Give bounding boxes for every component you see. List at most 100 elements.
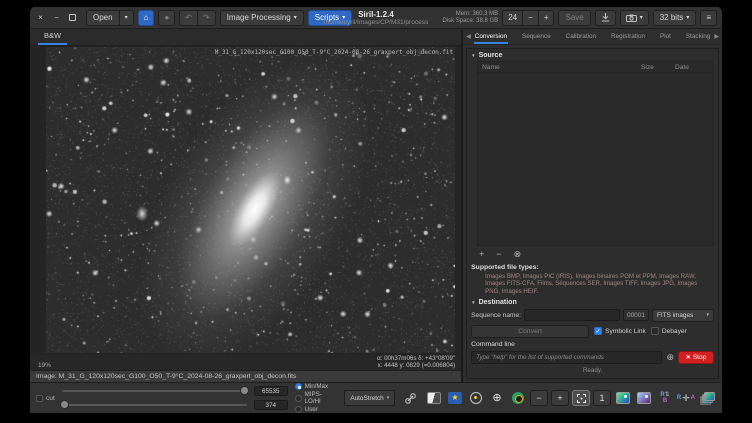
photometry-button[interactable]: [509, 390, 527, 406]
debayer-checkbox[interactable]: Debayer: [651, 327, 687, 335]
image-viewport: M_31_G_120x120sec_G100_O50_T-9°C_2024-08…: [30, 46, 461, 355]
snapshot-view-button[interactable]: [614, 390, 632, 406]
remove-files-button[interactable]: −: [496, 249, 501, 259]
threads-value[interactable]: 24: [502, 10, 522, 26]
sequence-name-row: Sequence name: 00001 FITS images ▾: [471, 308, 714, 322]
add-files-button[interactable]: +: [479, 249, 484, 259]
command-help-icon[interactable]: ⊕: [666, 353, 674, 362]
tab-plot[interactable]: Plot: [659, 30, 672, 44]
radio-selected-icon: [295, 383, 302, 390]
sequence-name-input[interactable]: [524, 309, 620, 321]
image-processing-menu[interactable]: Image Processing ▾: [220, 10, 304, 26]
start-index-value[interactable]: 00001: [623, 309, 649, 321]
galaxy-image[interactable]: [46, 47, 455, 353]
supported-types-text: Images BMP, Images PIC (IRIS), Images bi…: [471, 273, 714, 298]
memory-label: Mem: 360.3 MB: [442, 11, 498, 18]
radio-minmax[interactable]: Min/Max: [295, 383, 338, 390]
lo-value-field[interactable]: 374: [254, 400, 288, 410]
checkbox-empty-icon: [651, 327, 659, 335]
hi-slider-track[interactable]: [62, 390, 247, 392]
save-button[interactable]: Save: [558, 10, 590, 26]
lo-slider-handle[interactable]: [60, 400, 69, 409]
hamburger-icon: ≡: [706, 13, 711, 22]
tab-bw-channel[interactable]: B&W: [38, 29, 67, 45]
background-extraction-button[interactable]: [467, 390, 485, 406]
output-format-dropdown[interactable]: FITS images ▾: [652, 309, 714, 322]
radio-icon: [295, 406, 302, 413]
snapshot-clipboard-button[interactable]: [635, 390, 653, 406]
globe-icon: ⊕: [492, 393, 501, 404]
clear-list-button[interactable]: ⊗: [514, 249, 522, 259]
open-recent-dropdown[interactable]: ▾: [119, 10, 134, 26]
table-body-empty[interactable]: [478, 73, 713, 245]
redo-button[interactable]: ↷: [197, 10, 216, 26]
hi-slider-handle[interactable]: [240, 386, 249, 395]
convert-button[interactable]: Convert: [471, 325, 589, 338]
scale-mode-radios: Min/Max MIPS-LO/HI User: [295, 383, 338, 413]
tab-conversion[interactable]: Conversion: [474, 30, 508, 44]
display-mode-dropdown[interactable]: AutoStretch ▾: [344, 390, 395, 406]
home-button[interactable]: ⌂: [138, 10, 155, 26]
tab-sequence[interactable]: Sequence: [521, 30, 552, 44]
tabs-scroll-right-icon[interactable]: ▶: [713, 33, 720, 40]
open-button[interactable]: Open: [86, 10, 119, 26]
radio-user[interactable]: User: [295, 406, 338, 413]
negative-view-button[interactable]: [425, 390, 443, 406]
image-list-button[interactable]: [698, 390, 716, 406]
chevron-down-icon: ▾: [294, 14, 297, 21]
snapshot-button[interactable]: ▾: [620, 10, 649, 26]
hamburger-menu-button[interactable]: ≡: [700, 10, 717, 26]
undo-icon: ↶: [185, 13, 192, 22]
chevron-down-icon: ▾: [342, 14, 345, 21]
lo-slider[interactable]: [62, 401, 247, 409]
zoom-out-button[interactable]: −: [530, 390, 548, 406]
collapse-icon: ▼: [471, 53, 475, 58]
image-overlay-filename: M_31_G_120x120sec_G100_O50_T-9°C_2024-08…: [215, 49, 453, 56]
star-detection-button[interactable]: ★: [446, 390, 464, 406]
hi-value-field[interactable]: 65535: [254, 386, 288, 396]
photo-icon: [616, 392, 630, 404]
column-date[interactable]: Date: [675, 64, 713, 71]
pixel-coordinates: x: 4448 y: 0829 (=0.006804): [377, 362, 455, 369]
tab-registration[interactable]: Registration: [610, 30, 646, 44]
one-to-one-button[interactable]: 1: [593, 390, 611, 406]
column-name[interactable]: Name: [478, 64, 641, 71]
tabs-scroll-left-icon[interactable]: ◀: [465, 33, 472, 40]
column-size[interactable]: Size: [641, 64, 675, 71]
annotations-button[interactable]: R✛A: [677, 390, 695, 406]
tab-stacking[interactable]: Stacking: [685, 30, 712, 44]
undo-button[interactable]: ↶: [179, 10, 197, 26]
image-processing-label: Image Processing: [227, 13, 291, 22]
scripts-menu[interactable]: Scripts ▾: [308, 10, 352, 26]
radio-mips-lohi[interactable]: MIPS-LO/HI: [295, 391, 338, 405]
tab-calibration[interactable]: Calibration: [565, 30, 598, 44]
lo-slider-track[interactable]: [62, 404, 247, 406]
channel-link-button[interactable]: [402, 390, 418, 406]
maximize-button[interactable]: [67, 12, 78, 23]
cut-checkbox[interactable]: cut: [36, 395, 55, 402]
livestack-button[interactable]: ●: [158, 10, 175, 26]
fit-to-window-button[interactable]: [572, 390, 590, 406]
hi-slider[interactable]: [62, 387, 247, 395]
threads-minus-button[interactable]: −: [522, 10, 538, 26]
minimize-button[interactable]: −: [51, 12, 62, 23]
symbolic-link-checkbox[interactable]: ✓ Symbolic Link: [594, 327, 646, 335]
channel-swap-button[interactable]: R⇅B: [656, 390, 674, 406]
display-toolbar: cut 65535 374 Min/Max: [30, 382, 722, 413]
radio-icon: [295, 395, 302, 402]
command-input[interactable]: [471, 351, 662, 364]
source-expander[interactable]: ▼ Source: [471, 52, 714, 59]
destination-expander[interactable]: ▼ Destination: [471, 299, 714, 306]
debayer-label: Debayer: [662, 328, 687, 335]
bit-depth-dropdown[interactable]: 32 bits ▾: [653, 10, 697, 26]
stop-button[interactable]: ✕ Stop: [678, 351, 714, 364]
close-button[interactable]: ×: [35, 12, 46, 23]
scripts-label: Scripts: [315, 13, 339, 22]
threads-plus-button[interactable]: +: [538, 10, 555, 26]
chevron-down-icon: ▾: [125, 14, 128, 21]
threshold-sliders: [62, 387, 247, 409]
astrometry-button[interactable]: ⊕: [488, 390, 506, 406]
save-as-button[interactable]: [595, 10, 616, 26]
desktop: × − Open ▾ ⌂ ● ↶ ↷ Image Processing ▾ Sc…: [0, 0, 752, 423]
zoom-in-button[interactable]: +: [551, 390, 569, 406]
